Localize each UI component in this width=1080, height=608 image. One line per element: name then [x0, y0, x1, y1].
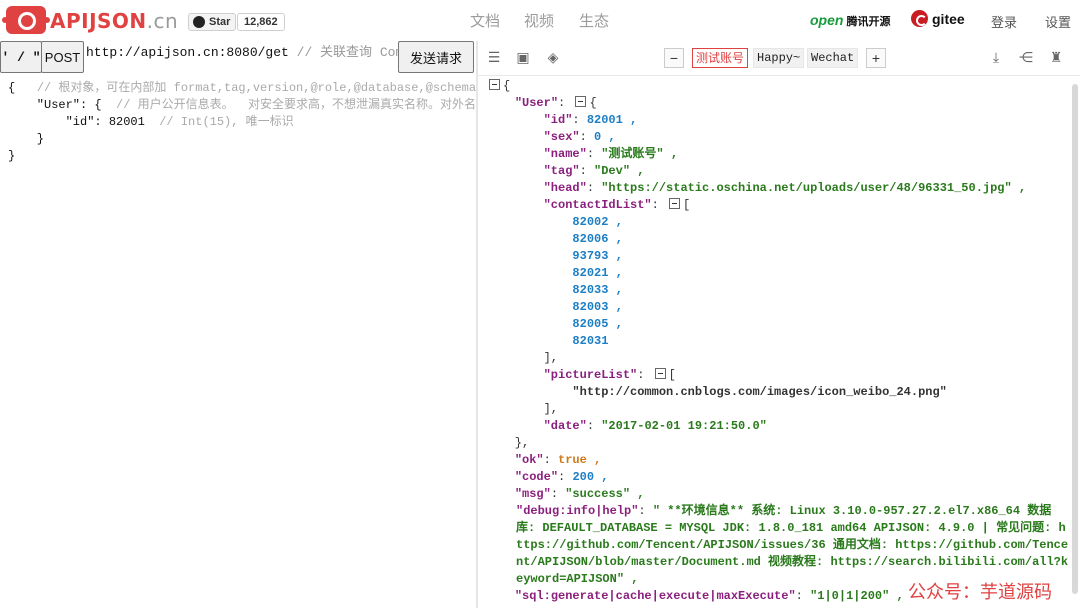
json-line: "http://common.cnblogs.com/images/icon_w…: [572, 385, 947, 399]
json-line: "sex": 0 ,: [543, 130, 616, 144]
settings-link[interactable]: 设置: [1045, 12, 1071, 31]
response-toolbar: ☰ ▣ ◈ − 测试账号 Happy~ Wechat + ⤓ ⋲ ♜: [478, 41, 1080, 74]
github-star-count[interactable]: 12,862: [237, 13, 285, 31]
json-line: "ok": true ,: [514, 453, 602, 467]
json-line: },: [486, 436, 530, 450]
share-icon[interactable]: ⋲: [1018, 49, 1034, 65]
gitee-icon: [911, 10, 928, 27]
json-line: "pictureList": [: [543, 368, 676, 382]
json-line: {: [486, 78, 1070, 95]
json-line: 82005 ,: [572, 317, 623, 331]
add-account-button[interactable]: +: [866, 48, 886, 68]
response-scrollbar[interactable]: [1072, 84, 1078, 594]
remove-account-button[interactable]: −: [664, 48, 684, 68]
download-icon[interactable]: ⤓: [988, 49, 1004, 65]
json-line: 82033 ,: [572, 283, 623, 297]
json-line: 93793 ,: [572, 249, 623, 263]
send-request-button[interactable]: 发送请求: [398, 41, 474, 73]
github-icon: [193, 16, 205, 28]
gitee-link[interactable]: gitee: [911, 10, 965, 27]
response-json-viewer: { "User": { "id": 82001 , "sex": 0 , "na…: [486, 78, 1070, 608]
layers-icon[interactable]: ◈: [545, 49, 561, 65]
collapse-toggle-icon[interactable]: [654, 368, 666, 379]
method-button[interactable]: POST: [41, 41, 84, 73]
save-icon[interactable]: ▣: [515, 49, 531, 65]
json-line: "id": 82001 ,: [543, 113, 638, 127]
json-line: "name": "测试账号" ,: [543, 147, 679, 161]
account-tab-happy[interactable]: Happy~: [753, 48, 805, 68]
json-line: "tag": "Dev" ,: [543, 164, 645, 178]
json-line: "contactIdList": [: [543, 198, 691, 212]
collapse-toggle-icon[interactable]: [575, 96, 587, 107]
json-line: ],: [486, 351, 559, 365]
json-line: 82002 ,: [572, 215, 623, 229]
request-line: }: [8, 149, 16, 163]
account-tab-wechat[interactable]: Wechat: [807, 48, 859, 68]
request-toolbar: ' / " POST http://apijson.cn:8080/get //…: [0, 41, 476, 74]
apijson-logo-icon[interactable]: [2, 6, 46, 34]
nav-docs[interactable]: 文档: [470, 10, 500, 31]
request-line: "id": 82001 // Int(15), 唯一标识: [8, 115, 294, 129]
request-line: "User": { // 用户公开信息表。 对安全要求高，不想泄漏真实名称。对外…: [8, 98, 476, 112]
collapse-toggle-icon[interactable]: [669, 198, 681, 209]
json-line: "User": {: [514, 96, 597, 110]
nav-ecosystem[interactable]: 生态: [579, 10, 609, 31]
json-line: 82021 ,: [572, 266, 623, 280]
request-json-editor[interactable]: { // 根对象，可在内部加 format,tag,version,@role,…: [0, 80, 476, 608]
json-line: 82006 ,: [572, 232, 623, 246]
json-line: 82031: [572, 334, 609, 348]
brand-title[interactable]: APIJSON.cn: [50, 9, 178, 33]
json-line: "head": "https://static.oschina.net/uplo…: [543, 181, 1027, 195]
json-line: "debug:info|help": " **环境信息** 系统: Linux …: [516, 504, 1069, 586]
account-tab-test[interactable]: 测试账号: [692, 48, 749, 68]
tencent-opensource-logo[interactable]: open 腾讯开源: [810, 12, 891, 29]
url-input[interactable]: http://apijson.cn:8080/get // 关联查询 Comme…: [84, 41, 398, 73]
top-navigation: APIJSON.cn Star 12,862 文档 视频 生态 open 腾讯开…: [0, 0, 1080, 40]
github-star-button[interactable]: Star: [188, 13, 237, 31]
json-line: 82003 ,: [572, 300, 623, 314]
nav-videos[interactable]: 视频: [524, 10, 554, 31]
watermark-text: 公众号：芋道源码: [908, 582, 1052, 602]
slash-toggle-button[interactable]: ' / ": [0, 41, 42, 73]
toolbar-divider: [478, 75, 1080, 76]
collapse-toggle-icon[interactable]: [489, 79, 500, 90]
json-line: "msg": "success" ,: [514, 487, 645, 501]
panel-divider[interactable]: [476, 41, 478, 608]
request-line: { // 根对象，可在内部加 format,tag,version,@role,…: [8, 81, 476, 95]
format-list-icon[interactable]: ☰: [486, 49, 502, 65]
shirt-theme-icon[interactable]: ♜: [1048, 49, 1064, 65]
login-link[interactable]: 登录: [991, 12, 1017, 31]
json-line: "code": 200 ,: [514, 470, 609, 484]
json-line: ],: [486, 402, 559, 416]
json-line: "date": "2017-02-01 19:21:50.0": [543, 419, 767, 433]
request-line: }: [8, 132, 45, 146]
